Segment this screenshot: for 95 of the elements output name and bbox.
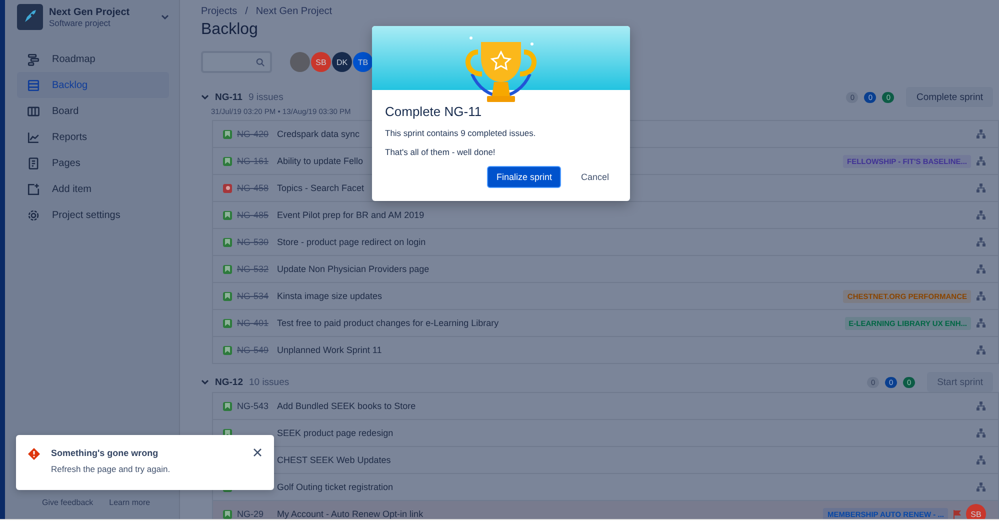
issue-title: Golf Outing ticket registration: [277, 482, 394, 492]
settings-icon: [27, 208, 40, 222]
issue-title: Store - product page redirect on login: [277, 237, 426, 247]
story-icon: [223, 346, 232, 354]
sprint-name: NG-12: [215, 376, 243, 388]
dialog-title: Complete NG-11: [385, 104, 483, 119]
hierarchy-icon: [976, 183, 986, 193]
story-icon: [223, 238, 232, 246]
board-icon: [27, 104, 40, 118]
story-icon: [223, 130, 232, 138]
hierarchy-icon: [976, 318, 986, 328]
search-icon: [256, 58, 265, 66]
sprint-name: NG-11: [215, 92, 242, 102]
issue-title: Event Pilot prep for BR and AM 2019: [277, 210, 424, 220]
hierarchy-icon: [976, 210, 986, 220]
issue-title: Ability to update Fello: [277, 156, 364, 166]
issue-key: NG-543: [237, 401, 272, 411]
issue-title: Kinsta image size updates: [277, 291, 382, 301]
dialog-text: This sprint contains 9 completed issues.: [385, 128, 537, 138]
issue-title: SEEK product page redesign: [277, 428, 394, 438]
finalize-sprint-button[interactable]: Finalize sprint: [487, 166, 561, 188]
sidebar-item[interactable]: Reports: [17, 124, 169, 150]
story-icon: [223, 210, 232, 220]
issue-title: Credspark data sync: [277, 129, 360, 139]
page-icon: [27, 156, 40, 170]
project-type: Software project: [49, 18, 112, 28]
chevron-icon[interactable]: [201, 378, 209, 386]
hierarchy-icon: [976, 401, 986, 411]
add-item-icon: [27, 182, 40, 196]
chevron-icon[interactable]: [201, 93, 209, 101]
sprint-action-button[interactable]: Complete sprint: [906, 87, 993, 107]
sidebar-item[interactable]: Pages: [17, 150, 169, 176]
hierarchy-icon: [976, 264, 986, 274]
issue-key: NG-420: [237, 129, 272, 139]
chart-icon: [27, 130, 40, 144]
issue-count: 10 issues: [248, 376, 290, 388]
issue-key: NG-530: [237, 237, 272, 247]
project-name: Next Gen Project: [49, 6, 131, 18]
issue-key: NG-549: [237, 345, 272, 355]
roadmap-icon: [27, 52, 40, 66]
issue-key: NG-534: [237, 291, 272, 301]
user-avatar[interactable]: TB: [353, 52, 373, 72]
user-avatar[interactable]: SB: [966, 504, 986, 519]
hierarchy-icon: [976, 455, 986, 465]
story-icon: [223, 402, 232, 410]
hierarchy-icon: [976, 156, 986, 166]
search-field[interactable]: [201, 51, 272, 73]
cancel-button[interactable]: Cancel: [572, 172, 617, 182]
issue-key: NG-161: [237, 156, 272, 166]
issue-title: Unplanned Work Sprint 11: [277, 345, 382, 355]
story-icon: [223, 264, 232, 274]
issue-title: Topics - Search Facet: [277, 183, 364, 193]
error-icon: [28, 448, 40, 460]
chevron-down-icon[interactable]: [161, 13, 169, 21]
flag-icon: [953, 510, 961, 518]
sidebar-item[interactable]: Backlog: [17, 72, 169, 98]
story-icon: [223, 318, 232, 328]
toast-title: Something's gone wrong: [51, 448, 160, 458]
hierarchy-icon: [976, 482, 986, 492]
hierarchy-icon: [976, 291, 986, 301]
user-avatar[interactable]: SB: [311, 52, 331, 72]
dialog-text: That's all of them - well done!: [385, 147, 496, 157]
hierarchy-icon: [976, 428, 986, 438]
hierarchy-icon: [976, 129, 986, 139]
issue-key: NG-29: [237, 509, 272, 519]
sidebar-item[interactable]: Roadmap: [17, 46, 169, 72]
issue-title: My Account - Auto Renew Opt-in link: [277, 509, 424, 519]
sidebar-item[interactable]: Project settings: [17, 202, 169, 228]
user-avatar[interactable]: DK: [332, 52, 352, 72]
issue-key: NG-485: [237, 210, 272, 220]
issue-title: Update Non Physician Providers page: [277, 264, 430, 274]
issue-title: Test free to paid product changes for e-Learning Library: [277, 318, 499, 328]
story-icon: [223, 510, 232, 518]
issue-key: NG-532: [237, 264, 272, 274]
issue-key: NG-458: [237, 183, 272, 193]
hierarchy-icon: [976, 345, 986, 355]
breadcrumb-link[interactable]: Projects: [201, 6, 238, 17]
hierarchy-icon: [976, 237, 986, 247]
sidebar-item[interactable]: Board: [17, 98, 169, 124]
sidebar-item[interactable]: Add item: [17, 176, 169, 202]
rocket-logo-icon: [17, 4, 43, 30]
issue-title: CHEST SEEK Web Updates: [277, 455, 391, 465]
story-icon: [223, 156, 232, 166]
bug-icon: [223, 184, 232, 192]
footer-link[interactable]: Give feedback: [42, 498, 94, 507]
issue-count: 9 issues: [248, 92, 284, 102]
footer-link[interactable]: Learn more: [109, 498, 150, 507]
backlog-icon: [27, 78, 40, 92]
page-title: Backlog: [201, 21, 259, 39]
issue-key: NG-401: [237, 318, 272, 328]
story-icon: [223, 292, 232, 300]
breadcrumb-separator: /: [245, 6, 248, 17]
breadcrumb-link[interactable]: Next Gen Project: [256, 6, 332, 17]
toast-message: Refresh the page and try again.: [51, 464, 170, 474]
issue-title: Add Bundled SEEK books to Store: [277, 401, 416, 411]
